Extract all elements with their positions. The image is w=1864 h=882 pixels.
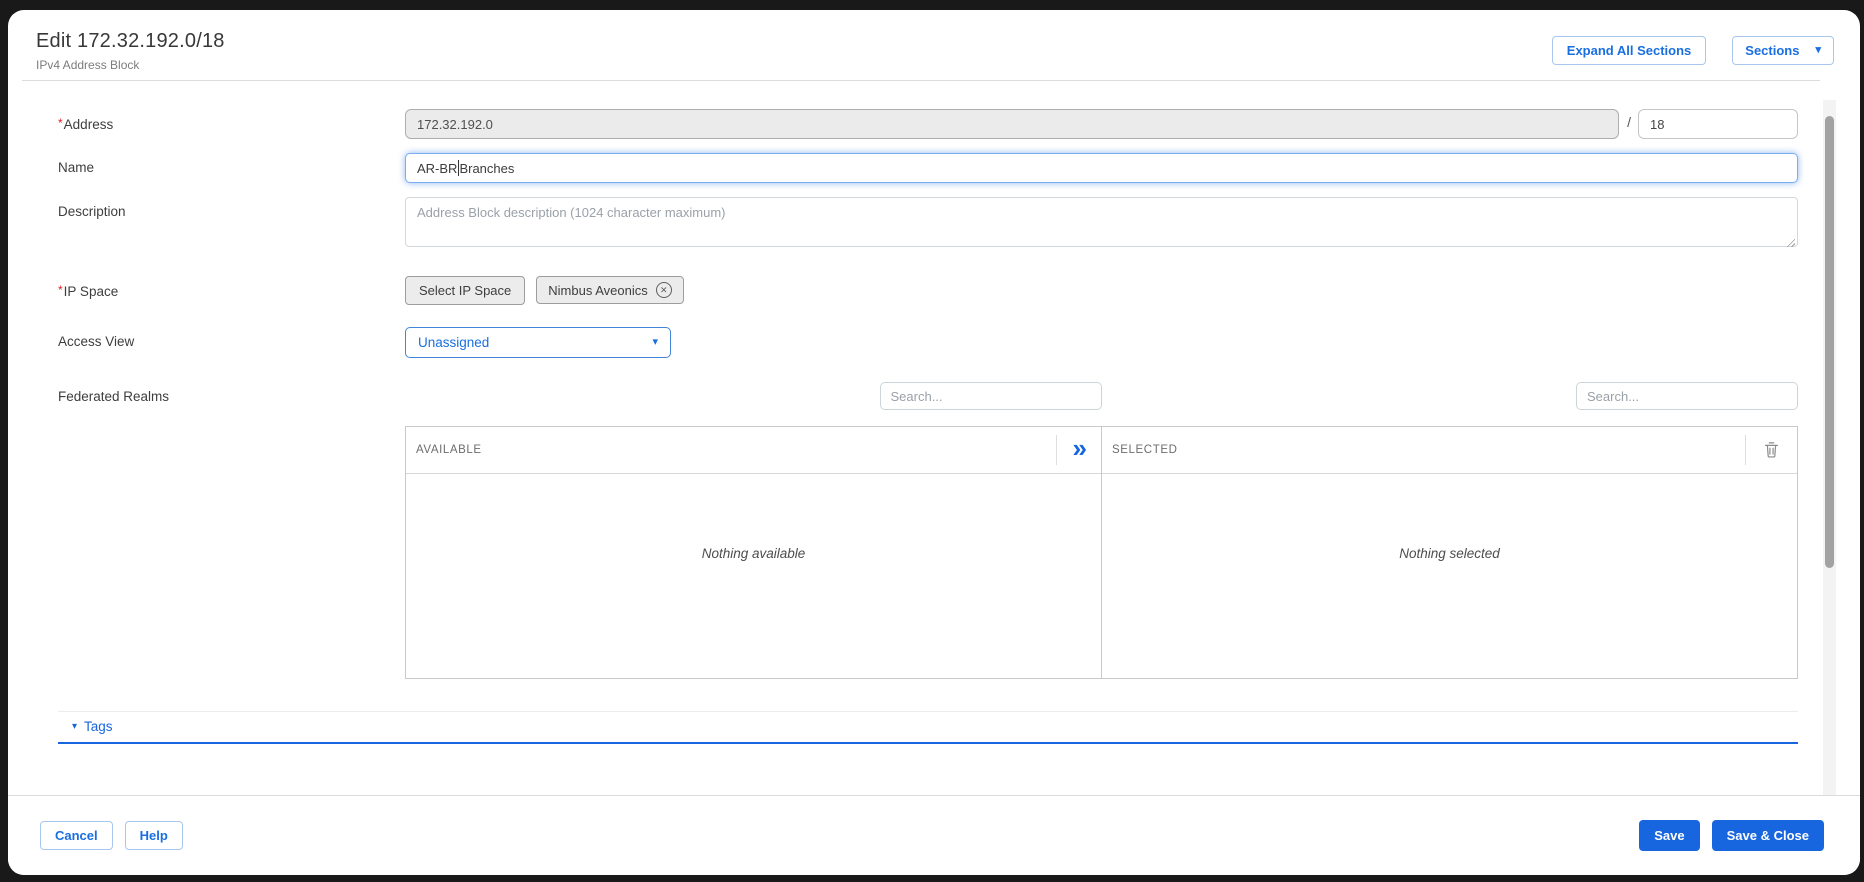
sections-button-label: Sections [1745, 43, 1799, 58]
page-subtitle: IPv4 Address Block [36, 58, 1552, 72]
action-bar: Cancel Help Save Save & Close [8, 795, 1860, 875]
chevron-down-icon: ▾ [1815, 45, 1821, 56]
available-header: AVAILABLE [416, 444, 482, 456]
ip-space-row: *IP Space Select IP Space Nimbus Aveonic… [58, 276, 1798, 305]
save-and-close-button[interactable]: Save & Close [1712, 820, 1824, 851]
selected-empty-state: Nothing selected [1102, 474, 1797, 678]
federated-realms-row: Federated Realms [58, 382, 1798, 410]
save-button[interactable]: Save [1639, 820, 1699, 851]
form-content: *Address / Name AR-BRBranches Descriptio… [8, 81, 1860, 744]
available-empty-state: Nothing available [406, 474, 1101, 678]
delete-selected-button[interactable] [1756, 438, 1793, 462]
tags-section-label: Tags [84, 719, 113, 734]
selected-search-input[interactable] [1576, 382, 1798, 410]
address-label: *Address [58, 109, 405, 139]
move-all-right-icon[interactable]: » [1067, 435, 1097, 465]
remove-ip-space-icon[interactable]: ✕ [656, 282, 672, 298]
address-row: *Address / [58, 109, 1798, 139]
tags-section-toggle[interactable]: ▾ Tags [58, 711, 1798, 744]
edit-address-block-window: Edit 172.32.192.0/18 IPv4 Address Block … [8, 10, 1860, 875]
federated-realms-label: Federated Realms [58, 382, 405, 410]
name-label: Name [58, 153, 405, 183]
selected-panel: SELECTED Nothing selected [1102, 427, 1797, 678]
description-textarea[interactable] [405, 197, 1798, 247]
expand-all-sections-button[interactable]: Expand All Sections [1552, 36, 1707, 65]
vertical-scrollbar[interactable] [1823, 100, 1836, 798]
header-separator [1056, 435, 1057, 465]
description-row: Description [58, 197, 1798, 252]
cidr-input[interactable] [1638, 109, 1798, 139]
trash-icon [1762, 440, 1781, 459]
page-title: Edit 172.32.192.0/18 [36, 30, 1552, 53]
sections-menu-button[interactable]: Sections ▾ [1732, 36, 1834, 65]
address-input [405, 109, 1619, 139]
name-value-before-caret: AR-BR [417, 161, 457, 176]
required-marker: * [58, 283, 63, 297]
name-row: Name AR-BRBranches [58, 153, 1798, 183]
description-label: Description [58, 197, 405, 252]
access-view-row: Access View Unassigned ▾ [58, 327, 1798, 358]
ip-space-chip: Nimbus Aveonics ✕ [536, 276, 683, 304]
name-input[interactable]: AR-BRBranches [405, 153, 1798, 183]
ip-space-chip-label: Nimbus Aveonics [548, 283, 647, 298]
ip-space-label: *IP Space [58, 276, 405, 305]
name-value-after-caret: Branches [459, 161, 514, 176]
chevron-down-icon: ▾ [652, 337, 658, 348]
scrollbar-thumb[interactable] [1825, 116, 1834, 568]
cidr-separator: / [1627, 114, 1631, 130]
selected-header: SELECTED [1112, 444, 1178, 456]
header-separator [1745, 435, 1746, 465]
access-view-label: Access View [58, 327, 405, 358]
available-search-input[interactable] [880, 382, 1102, 410]
available-panel: AVAILABLE » Nothing available [406, 427, 1102, 678]
access-view-value: Unassigned [418, 335, 489, 350]
caret-down-icon: ▾ [72, 721, 77, 732]
select-ip-space-button[interactable]: Select IP Space [405, 276, 525, 305]
page-header: Edit 172.32.192.0/18 IPv4 Address Block … [8, 10, 1860, 80]
access-view-dropdown[interactable]: Unassigned ▾ [405, 327, 671, 358]
federated-realms-transfer-list: AVAILABLE » Nothing available SELECTED [405, 426, 1798, 679]
help-button[interactable]: Help [125, 821, 183, 850]
required-marker: * [58, 116, 63, 130]
cancel-button[interactable]: Cancel [40, 821, 113, 850]
